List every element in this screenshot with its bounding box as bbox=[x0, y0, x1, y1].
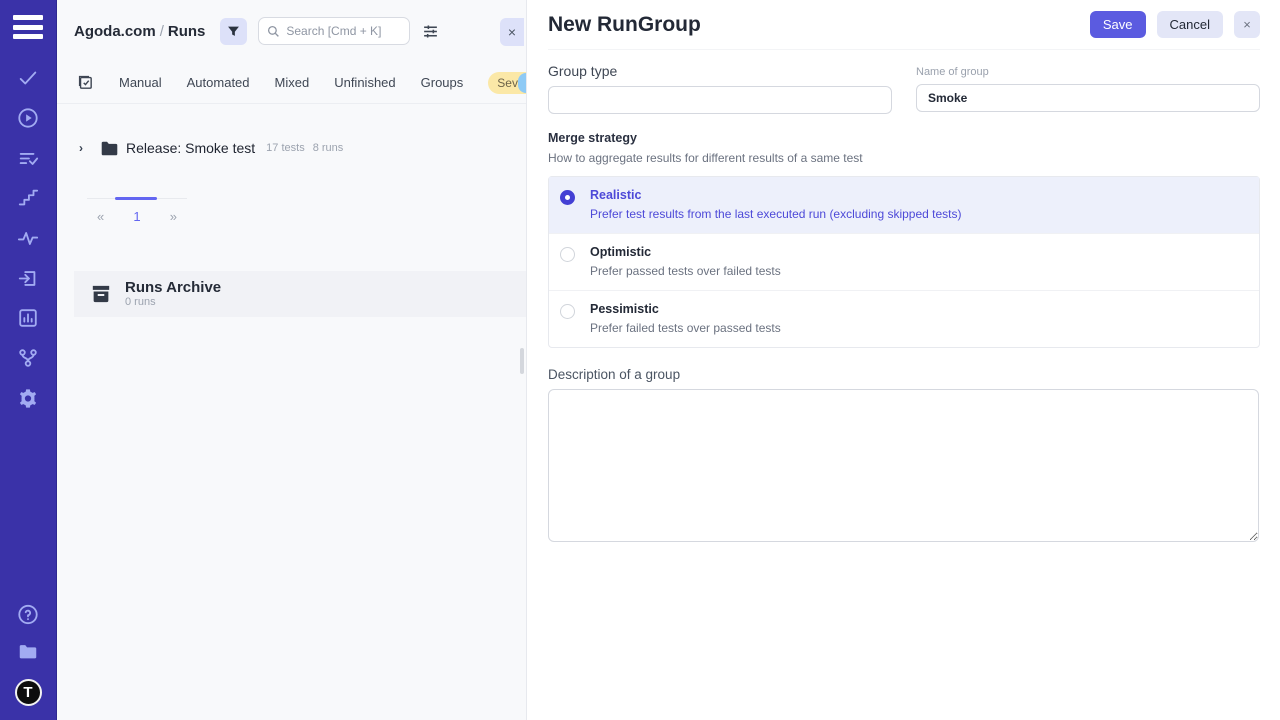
search-box bbox=[258, 17, 410, 45]
radio-unselected-icon[interactable] bbox=[560, 304, 575, 319]
folder-icon bbox=[101, 141, 118, 156]
search-input[interactable] bbox=[286, 24, 404, 38]
merge-strategy-label: Merge strategy bbox=[548, 131, 1260, 145]
radio-title: Pessimistic bbox=[590, 302, 781, 316]
breadcrumb-separator: / bbox=[160, 23, 164, 40]
radio-option-pessimistic[interactable]: Pessimistic Prefer failed tests over pas… bbox=[549, 291, 1259, 347]
tab-groups[interactable]: Groups bbox=[421, 75, 464, 90]
funnel-icon bbox=[227, 25, 240, 38]
runs-tree: › Release: Smoke test 17 tests 8 runs « 1… bbox=[57, 104, 526, 224]
radio-title: Optimistic bbox=[590, 245, 781, 259]
search-icon bbox=[267, 25, 280, 38]
panel-close-button[interactable]: × bbox=[500, 18, 524, 46]
radio-selected-icon[interactable] bbox=[560, 190, 575, 205]
new-rungroup-panel: New RunGroup Save Cancel × Group type Na… bbox=[527, 0, 1280, 720]
tree-item-title[interactable]: Release: Smoke test bbox=[126, 140, 255, 156]
radio-option-realistic[interactable]: Realistic Prefer test results from the l… bbox=[549, 177, 1259, 234]
runs-panel: Agoda.com/Runs × Manual bbox=[57, 0, 527, 720]
gear-icon[interactable] bbox=[17, 387, 39, 409]
description-label: Description of a group bbox=[548, 367, 1260, 382]
radio-description: Prefer passed tests over failed tests bbox=[590, 264, 781, 278]
clipped-badge bbox=[518, 73, 526, 93]
archive-icon bbox=[91, 285, 111, 303]
sliders-icon[interactable] bbox=[420, 21, 440, 41]
avatar[interactable]: T bbox=[15, 679, 42, 706]
tree-row-release-smoke-test[interactable]: › Release: Smoke test 17 tests 8 runs bbox=[79, 140, 526, 156]
radio-option-optimistic[interactable]: Optimistic Prefer passed tests over fail… bbox=[549, 234, 1259, 291]
branch-icon[interactable] bbox=[17, 347, 39, 369]
merge-strategy-hint: How to aggregate results for different r… bbox=[548, 151, 1260, 165]
archive-title: Runs Archive bbox=[125, 280, 221, 297]
archive-count: 0 runs bbox=[125, 296, 221, 308]
group-type-field[interactable] bbox=[548, 86, 892, 114]
pagination-next[interactable]: » bbox=[170, 209, 177, 224]
radio-unselected-icon[interactable] bbox=[560, 247, 575, 262]
radio-description: Prefer test results from the last execut… bbox=[590, 207, 962, 221]
app-window: T Agoda.com/Runs × bbox=[0, 0, 1280, 720]
page-title: New RunGroup bbox=[548, 13, 1090, 37]
breadcrumb[interactable]: Agoda.com/Runs bbox=[74, 23, 205, 40]
pulse-icon[interactable] bbox=[17, 227, 39, 249]
filter-button[interactable] bbox=[220, 18, 247, 45]
tab-automated[interactable]: Automated bbox=[187, 75, 250, 90]
runs-panel-header: Agoda.com/Runs × bbox=[57, 0, 526, 62]
pagination-page-1[interactable]: 1 bbox=[133, 209, 140, 224]
main-sidebar: T bbox=[0, 0, 57, 720]
check-icon[interactable] bbox=[17, 67, 39, 89]
group-type-label: Group type bbox=[548, 63, 892, 79]
pagination-prev[interactable]: « bbox=[97, 209, 104, 224]
folder-icon[interactable] bbox=[17, 641, 39, 663]
panel-header: New RunGroup Save Cancel × bbox=[548, 0, 1260, 50]
form-top-row: Group type Name of group bbox=[548, 63, 1260, 114]
close-icon[interactable]: × bbox=[1234, 11, 1260, 38]
pagination: « 1 » bbox=[87, 198, 187, 224]
tree-item-meta: 17 tests 8 runs bbox=[266, 142, 351, 154]
select-all-icon[interactable] bbox=[77, 74, 94, 91]
name-of-group-field[interactable] bbox=[916, 84, 1260, 112]
scrollbar-thumb[interactable] bbox=[520, 348, 524, 374]
menu-icon[interactable] bbox=[13, 15, 43, 39]
tab-unfinished[interactable]: Unfinished bbox=[334, 75, 395, 90]
help-icon[interactable] bbox=[17, 603, 39, 625]
play-circle-icon[interactable] bbox=[17, 107, 39, 129]
cancel-button[interactable]: Cancel bbox=[1157, 11, 1223, 38]
active-page-indicator bbox=[115, 197, 157, 200]
tab-mixed[interactable]: Mixed bbox=[275, 75, 310, 90]
name-of-group-label: Name of group bbox=[916, 66, 1260, 78]
chevron-right-icon[interactable]: › bbox=[79, 141, 95, 155]
merge-strategy-options: Realistic Prefer test results from the l… bbox=[548, 176, 1260, 348]
sign-in-icon[interactable] bbox=[17, 267, 39, 289]
list-check-icon[interactable] bbox=[17, 147, 39, 169]
filter-tabs: Manual Automated Mixed Unfinished Groups… bbox=[57, 62, 526, 104]
stairs-icon[interactable] bbox=[17, 187, 39, 209]
description-field[interactable] bbox=[548, 389, 1259, 542]
bar-chart-icon[interactable] bbox=[17, 307, 39, 329]
tests-count: 17 tests bbox=[266, 142, 305, 154]
radio-description: Prefer failed tests over passed tests bbox=[590, 321, 781, 335]
breadcrumb-project[interactable]: Agoda.com bbox=[74, 23, 156, 40]
runs-count: 8 runs bbox=[313, 142, 344, 154]
breadcrumb-section[interactable]: Runs bbox=[168, 23, 206, 40]
save-button[interactable]: Save bbox=[1090, 11, 1146, 38]
radio-title: Realistic bbox=[590, 188, 962, 202]
tab-manual[interactable]: Manual bbox=[119, 75, 162, 90]
runs-archive-row[interactable]: Runs Archive 0 runs bbox=[74, 271, 526, 317]
